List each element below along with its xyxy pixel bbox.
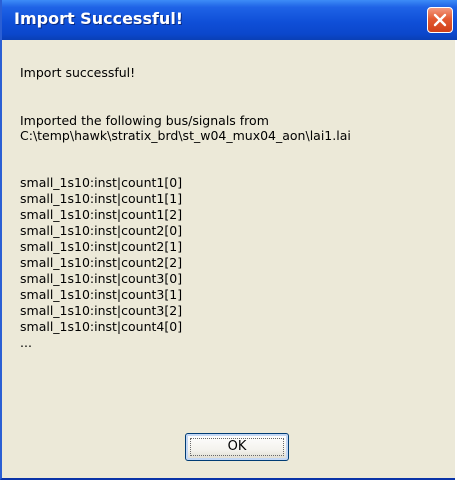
signal-item: small_1s10:inst|count3[0] (20, 271, 183, 286)
signal-item: small_1s10:inst|count2[0] (20, 223, 183, 238)
signal-item: small_1s10:inst|count4[0] (20, 319, 183, 334)
signal-item: small_1s10:inst|count1[2] (20, 207, 183, 222)
import-successful-dialog: Import Successful! Import successful! Im… (0, 0, 457, 480)
close-icon (433, 13, 447, 27)
intro-text: Imported the following bus/signals from (20, 113, 269, 128)
close-button[interactable] (427, 7, 453, 33)
signal-item: small_1s10:inst|count2[2] (20, 255, 183, 270)
message-text: Import successful! (20, 65, 136, 80)
file-path-text: C:\temp\hawk\stratix_brd\st_w04_mux04_ao… (20, 128, 351, 143)
focus-rectangle (190, 438, 284, 456)
ok-button[interactable]: OK (185, 433, 289, 461)
title-bar[interactable]: Import Successful! (2, 0, 457, 40)
signal-item: small_1s10:inst|count1[0] (20, 175, 183, 190)
signal-item: small_1s10:inst|count2[1] (20, 239, 183, 254)
signal-item: small_1s10:inst|count3[2] (20, 303, 183, 318)
signal-item: small_1s10:inst|count1[1] (20, 191, 183, 206)
dialog-title: Import Successful! (14, 9, 184, 28)
signal-item: small_1s10:inst|count3[1] (20, 287, 183, 302)
ellipsis-text: ... (20, 335, 32, 350)
